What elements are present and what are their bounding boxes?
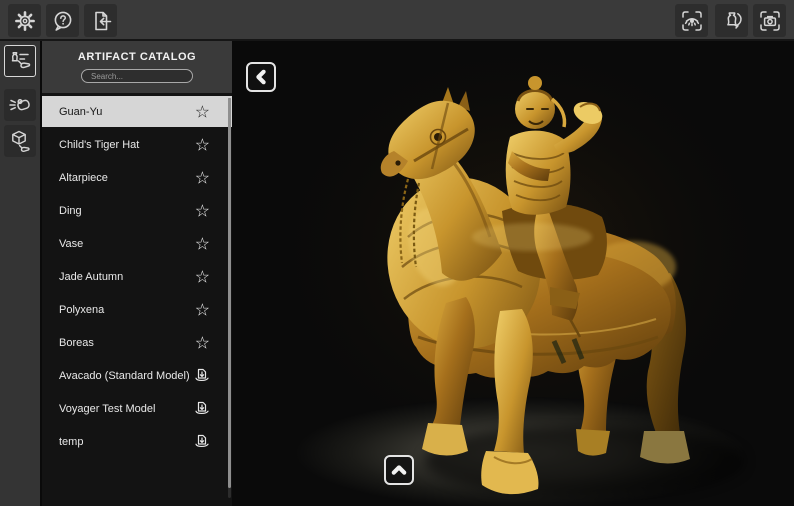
flashlight-tool[interactable] — [4, 89, 36, 121]
camera-capture-icon — [759, 10, 780, 31]
catalog-title: ARTIFACT CATALOG — [77, 51, 197, 63]
scrollbar-thumb[interactable] — [228, 98, 231, 488]
file-download-icon[interactable] — [194, 368, 210, 384]
vase-list-hand-icon — [11, 52, 31, 69]
chevron-up-icon — [391, 465, 407, 475]
file-download-icon[interactable] — [194, 401, 210, 417]
list-item-childs-tiger-hat[interactable]: Child's Tiger Hat ☆ — [42, 129, 232, 160]
item-label: temp — [59, 435, 84, 448]
favorite-star-icon[interactable]: ☆ — [195, 235, 210, 252]
settings-button[interactable] — [8, 4, 41, 37]
favorite-star-icon[interactable]: ☆ — [195, 202, 210, 219]
list-item-vase[interactable]: Vase ☆ — [42, 228, 232, 259]
artifact-viewer-app: ARTIFACT CATALOG Guan-Yu ☆ Child's Tiger… — [0, 0, 794, 506]
list-item-voyager-test-model[interactable]: Voyager Test Model — [42, 393, 232, 424]
item-label: Ding — [59, 204, 82, 217]
model-viewport — [232, 41, 794, 506]
top-toolbar — [0, 0, 794, 41]
eye-focus-icon — [681, 10, 702, 31]
artifact-catalog-panel: ARTIFACT CATALOG Guan-Yu ☆ Child's Tiger… — [42, 41, 232, 506]
item-label: Avacado (Standard Model) — [59, 369, 190, 382]
focus-view-button[interactable] — [675, 4, 708, 37]
favorite-star-icon[interactable]: ☆ — [195, 136, 210, 153]
import-model-icon — [94, 11, 111, 30]
item-label: Polyxena — [59, 303, 105, 316]
item-label: Jade Autumn — [59, 270, 124, 283]
item-label: Child's Tiger Hat — [59, 138, 140, 151]
chevron-left-icon — [256, 69, 266, 85]
list-item-avacado[interactable]: Avacado (Standard Model) — [42, 360, 232, 391]
favorite-star-icon[interactable]: ☆ — [195, 268, 210, 285]
favorite-star-icon[interactable]: ☆ — [195, 301, 210, 318]
screenshot-button[interactable] — [753, 4, 786, 37]
list-item-temp[interactable]: temp — [42, 426, 232, 457]
favorite-star-icon[interactable]: ☆ — [195, 334, 210, 351]
viewport-canvas[interactable] — [232, 41, 794, 506]
item-label: Boreas — [59, 336, 94, 349]
gear-icon — [14, 10, 35, 31]
item-label: Guan-Yu — [59, 105, 103, 118]
list-item-guan-yu[interactable]: Guan-Yu ☆ — [42, 96, 232, 127]
item-label: Voyager Test Model — [59, 402, 156, 415]
item-label: Altarpiece — [59, 171, 108, 184]
artifact-catalog-tool[interactable] — [4, 45, 36, 77]
tool-rail — [0, 41, 40, 506]
list-item-boreas[interactable]: Boreas ☆ — [42, 327, 232, 358]
list-item-jade-autumn[interactable]: Jade Autumn ☆ — [42, 261, 232, 292]
favorite-star-icon[interactable]: ☆ — [195, 103, 210, 120]
catalog-search-input[interactable] — [81, 69, 193, 83]
list-item-ding[interactable]: Ding ☆ — [42, 195, 232, 226]
grab-object-tool[interactable] — [4, 125, 36, 157]
cube-hand-icon — [12, 130, 30, 152]
collapse-panel-button[interactable] — [246, 62, 276, 92]
catalog-header: ARTIFACT CATALOG — [42, 41, 232, 93]
import-model-button[interactable] — [84, 4, 117, 37]
open-bottom-panel-button[interactable] — [384, 455, 414, 485]
rotate-model-button[interactable] — [715, 4, 748, 37]
list-scrollbar[interactable] — [228, 98, 231, 498]
favorite-star-icon[interactable]: ☆ — [195, 169, 210, 186]
artifact-list: Guan-Yu ☆ Child's Tiger Hat ☆ Altarpiece… — [42, 96, 232, 506]
list-item-polyxena[interactable]: Polyxena ☆ — [42, 294, 232, 325]
item-label: Vase — [59, 237, 84, 250]
list-item-altarpiece[interactable]: Altarpiece ☆ — [42, 162, 232, 193]
rotate-artifact-icon — [726, 11, 742, 29]
help-button[interactable] — [46, 4, 79, 37]
flashlight-hand-icon — [9, 99, 30, 111]
file-download-icon[interactable] — [194, 434, 210, 450]
help-bubble-icon — [54, 11, 71, 31]
